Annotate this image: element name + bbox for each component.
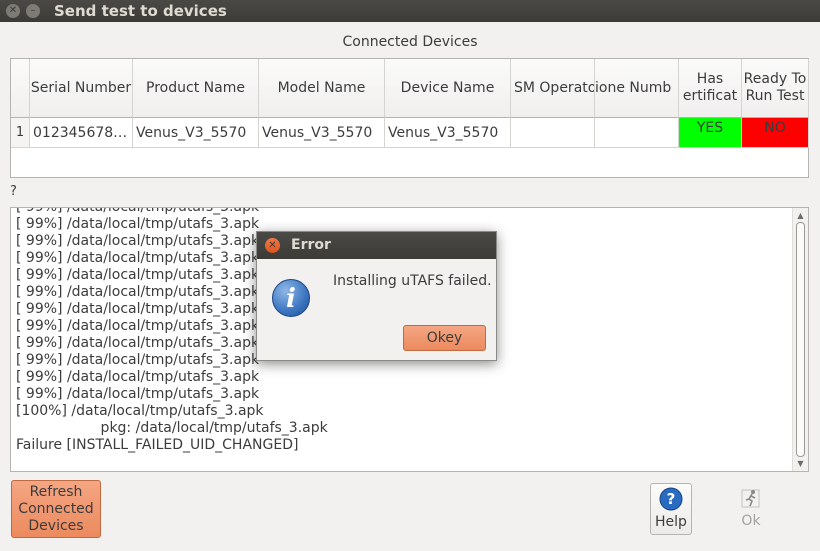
help-button-label: Help	[655, 514, 687, 530]
row-index[interactable]: 1	[11, 118, 30, 148]
connected-devices-label: Connected Devices	[342, 34, 478, 50]
dialog-titlebar: ✕ Error	[257, 232, 496, 259]
column-header-operator[interactable]: SM Operato	[511, 59, 595, 118]
ok-button[interactable]: Ok	[730, 483, 772, 535]
run-icon	[741, 489, 760, 508]
refresh-button-label: Refresh Connected Devices	[18, 483, 94, 534]
status-label: ?	[10, 184, 17, 199]
log-line: pkg: /data/local/tmp/utafs_3.apk	[16, 420, 328, 436]
error-dialog: ✕ Error i Installing uTAFS failed. Okey	[256, 231, 497, 361]
column-header-phone[interactable]: ione Numb	[595, 59, 679, 118]
log-scrollbar[interactable]: ▲ ▼	[792, 208, 808, 471]
cell-phone[interactable]	[595, 118, 679, 148]
scroll-up-icon[interactable]: ▲	[796, 211, 805, 220]
help-icon: ?	[659, 487, 683, 511]
devices-table: Serial Number Product Name Model Name De…	[10, 58, 809, 178]
log-line: Failure [INSTALL_FAILED_UID_CHANGED]	[16, 437, 299, 453]
help-button[interactable]: ? Help	[650, 483, 692, 535]
ok-button-label: Ok	[741, 513, 761, 529]
info-icon: i	[272, 279, 310, 317]
log-line: [ 99%] /data/local/tmp/utafs_3.apk	[16, 207, 260, 215]
minimize-icon[interactable]: –	[26, 4, 40, 18]
column-header-ready[interactable]: Ready To Run Test	[742, 59, 809, 118]
cell-model[interactable]: Venus_V3_5570	[259, 118, 385, 148]
window-title: Send test to devices	[54, 2, 227, 20]
cell-device[interactable]: Venus_V3_5570	[385, 118, 511, 148]
column-header-product[interactable]: Product Name	[133, 59, 259, 118]
column-header-model[interactable]: Model Name	[259, 59, 385, 118]
scroll-thumb[interactable]	[796, 222, 805, 457]
svg-text:?: ?	[667, 490, 676, 508]
cell-ready-status[interactable]: NO	[742, 118, 809, 148]
log-line: [100%] /data/local/tmp/utafs_3.apk	[16, 403, 264, 419]
corner-header	[11, 59, 30, 118]
okey-button[interactable]: Okey	[403, 325, 486, 351]
column-header-serial[interactable]: Serial Number	[30, 59, 133, 118]
dialog-message: Installing uTAFS failed.	[333, 273, 492, 289]
window-titlebar: ✕ – Send test to devices	[0, 0, 820, 22]
scroll-down-icon[interactable]: ▼	[796, 459, 805, 468]
refresh-devices-button[interactable]: Refresh Connected Devices	[11, 480, 101, 538]
dialog-title: Error	[291, 237, 331, 253]
close-icon[interactable]: ✕	[6, 4, 20, 18]
cell-serial[interactable]: 012345678…	[30, 118, 133, 148]
dialog-close-icon[interactable]: ✕	[265, 238, 280, 253]
log-line: [ 99%] /data/local/tmp/utafs_3.apk	[16, 369, 260, 385]
cell-certificate-status[interactable]: YES	[679, 118, 742, 148]
cell-operator[interactable]	[511, 118, 595, 148]
column-header-device[interactable]: Device Name	[385, 59, 511, 118]
cell-product[interactable]: Venus_V3_5570	[133, 118, 259, 148]
column-header-certificate[interactable]: Has ertificat	[679, 59, 742, 118]
log-line: [ 99%] /data/local/tmp/utafs_3.apk	[16, 386, 260, 402]
